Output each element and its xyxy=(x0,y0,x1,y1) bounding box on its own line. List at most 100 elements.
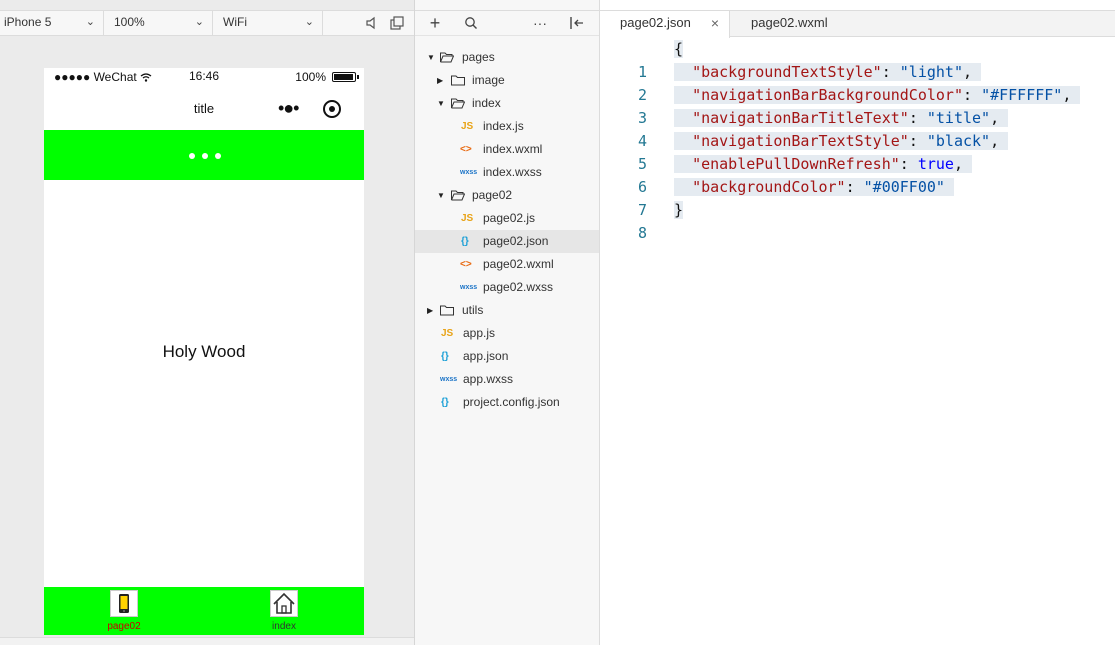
tree-item-index-wxml[interactable]: <> index.wxml xyxy=(415,138,599,161)
battery-percent: 100% xyxy=(295,70,326,84)
json-file-icon: {} xyxy=(441,397,449,408)
loading-dot xyxy=(215,153,221,159)
content-text: Holy Wood xyxy=(162,342,246,361)
chevron-down-icon: ⌄ xyxy=(304,16,314,28)
json-key: "backgroundColor" xyxy=(692,178,846,196)
detach-window-icon[interactable] xyxy=(389,15,405,31)
tab-label: page02.wxml xyxy=(751,15,828,30)
tree-item-app-js[interactable]: JS app.js xyxy=(415,322,599,345)
phone-icon xyxy=(110,590,138,617)
tab-page02-json[interactable]: page02.json × xyxy=(600,11,730,38)
tree-item-label: page02.wxml xyxy=(483,257,554,271)
zoom-select-value: 100% xyxy=(114,15,145,29)
search-icon[interactable] xyxy=(464,16,478,30)
tree-item-label: app.js xyxy=(463,326,496,340)
network-select-value: WiFi xyxy=(223,15,247,29)
json-value: "black" xyxy=(926,132,991,150)
tree-item-index-wxss[interactable]: wxss index.wxss xyxy=(415,161,599,184)
code-editor: page02.json × page02.wxml 1 { 2 "backgro… xyxy=(600,0,1115,645)
tree-item-index-folder[interactable]: ▼ index xyxy=(415,92,599,115)
tree-item-label: app.wxss xyxy=(463,372,514,386)
line-number: 8 xyxy=(637,224,647,242)
folder-icon xyxy=(451,75,465,86)
tab-page02-wxml[interactable]: page02.wxml xyxy=(731,11,851,37)
code-line: 5 "navigationBarTextStyle": "black", xyxy=(600,130,1115,173)
code-line: 6 "enablePullDownRefresh": true, xyxy=(600,153,1115,196)
device-select[interactable]: iPhone 5 ⌄ xyxy=(0,11,104,35)
tree-item-index-js[interactable]: JS index.js xyxy=(415,115,599,138)
json-value: "#FFFFFF" xyxy=(981,86,1063,104)
tree-item-label: pages xyxy=(462,50,495,64)
tab-label: page02.json xyxy=(620,15,691,30)
tree-item-page02-wxml[interactable]: <> page02.wxml xyxy=(415,253,599,276)
wxss-file-icon: wxss xyxy=(460,284,478,291)
wxml-file-icon: <> xyxy=(460,144,472,155)
tree-item-project-config[interactable]: {} project.config.json xyxy=(415,391,599,414)
tree-item-page02-json[interactable]: {} page02.json xyxy=(415,230,599,253)
json-key: "navigationBarTextStyle" xyxy=(692,132,909,150)
tab-bar: page02 index xyxy=(44,587,364,635)
folder-open-icon xyxy=(451,190,465,201)
folder-icon xyxy=(440,305,454,316)
collapsed-arrow-icon: ▶ xyxy=(437,76,444,85)
tree-item-page02-folder[interactable]: ▼ page02 xyxy=(415,184,599,207)
network-select[interactable]: WiFi ⌄ xyxy=(213,11,323,35)
tree-item-utils[interactable]: ▶ utils xyxy=(415,299,599,322)
editor-tabs: page02.json × page02.wxml xyxy=(600,10,1115,38)
page-content: Holy Wood xyxy=(44,180,364,587)
sound-icon[interactable] xyxy=(364,15,380,31)
tree-item-app-wxss[interactable]: wxss app.wxss xyxy=(415,368,599,391)
json-key: "navigationBarBackgroundColor" xyxy=(692,86,963,104)
tab-label: page02 xyxy=(107,621,141,632)
code-line: 8 } xyxy=(600,199,1115,242)
json-key: "backgroundTextStyle" xyxy=(692,63,882,81)
more-button[interactable]: ··· xyxy=(531,14,549,32)
expanded-arrow-icon: ▼ xyxy=(437,191,445,200)
tree-item-label: index.wxml xyxy=(483,142,543,156)
tab-page02[interactable]: page02 xyxy=(94,590,154,634)
add-file-button[interactable]: + xyxy=(426,14,444,32)
explorer-toolbar: + ··· xyxy=(415,10,599,36)
tree-item-label: index xyxy=(472,96,501,110)
json-key: "enablePullDownRefresh" xyxy=(692,155,900,173)
tab-label: index xyxy=(272,621,296,632)
json-key: "navigationBarTitleText" xyxy=(692,109,909,127)
device-select-value: iPhone 5 xyxy=(4,15,52,29)
simulator-toolbar: iPhone 5 ⌄ 100% ⌄ WiFi ⌄ xyxy=(0,10,414,36)
tree-item-label: page02.json xyxy=(483,234,549,248)
simulator-status-strip xyxy=(0,637,414,645)
tree-item-label: utils xyxy=(462,303,484,317)
loading-dot xyxy=(202,153,208,159)
js-file-icon: JS xyxy=(461,121,474,132)
wxss-file-icon: wxss xyxy=(440,376,458,383)
simulator-pane: iPhone 5 ⌄ 100% ⌄ WiFi ⌄ ●●●●● WeChat 16… xyxy=(0,0,415,645)
phone-screen: ●●●●● WeChat 16:46 100% title •●• Holy W… xyxy=(44,68,364,635)
code-line: 2 "backgroundTextStyle": "light", xyxy=(600,61,1115,104)
tab-index[interactable]: index xyxy=(254,590,314,634)
collapse-panel-icon[interactable] xyxy=(569,16,585,30)
code-brace: { xyxy=(674,40,684,58)
close-capsule-icon[interactable] xyxy=(323,100,341,118)
close-icon[interactable]: × xyxy=(711,11,719,35)
tree-item-app-json[interactable]: {} app.json xyxy=(415,345,599,368)
zoom-select[interactable]: 100% ⌄ xyxy=(104,11,213,35)
tree-item-pages[interactable]: ▼ pages xyxy=(415,46,599,69)
chevron-down-icon: ⌄ xyxy=(194,16,204,28)
code-line: 7 "backgroundColor": "#00FF00" xyxy=(600,176,1115,219)
folder-open-icon xyxy=(451,98,465,109)
tree-item-image[interactable]: ▶ image xyxy=(415,69,599,92)
js-file-icon: JS xyxy=(461,213,474,224)
expanded-arrow-icon: ▼ xyxy=(437,99,445,108)
code-brace: } xyxy=(674,201,684,219)
navigation-bar: title •●• xyxy=(44,86,364,130)
tree-item-page02-js[interactable]: JS page02.js xyxy=(415,207,599,230)
more-menu-icon[interactable]: •●• xyxy=(278,98,300,119)
json-value: "light" xyxy=(899,63,963,81)
tree-item-label: project.config.json xyxy=(463,395,560,409)
tree-item-label: page02.js xyxy=(483,211,536,225)
collapsed-arrow-icon: ▶ xyxy=(427,306,434,315)
tree-item-page02-wxss[interactable]: wxss page02.wxss xyxy=(415,276,599,299)
status-bar: ●●●●● WeChat 16:46 100% xyxy=(44,68,364,86)
json-value: "#00FF00" xyxy=(863,178,945,196)
chevron-down-icon: ⌄ xyxy=(85,16,95,28)
